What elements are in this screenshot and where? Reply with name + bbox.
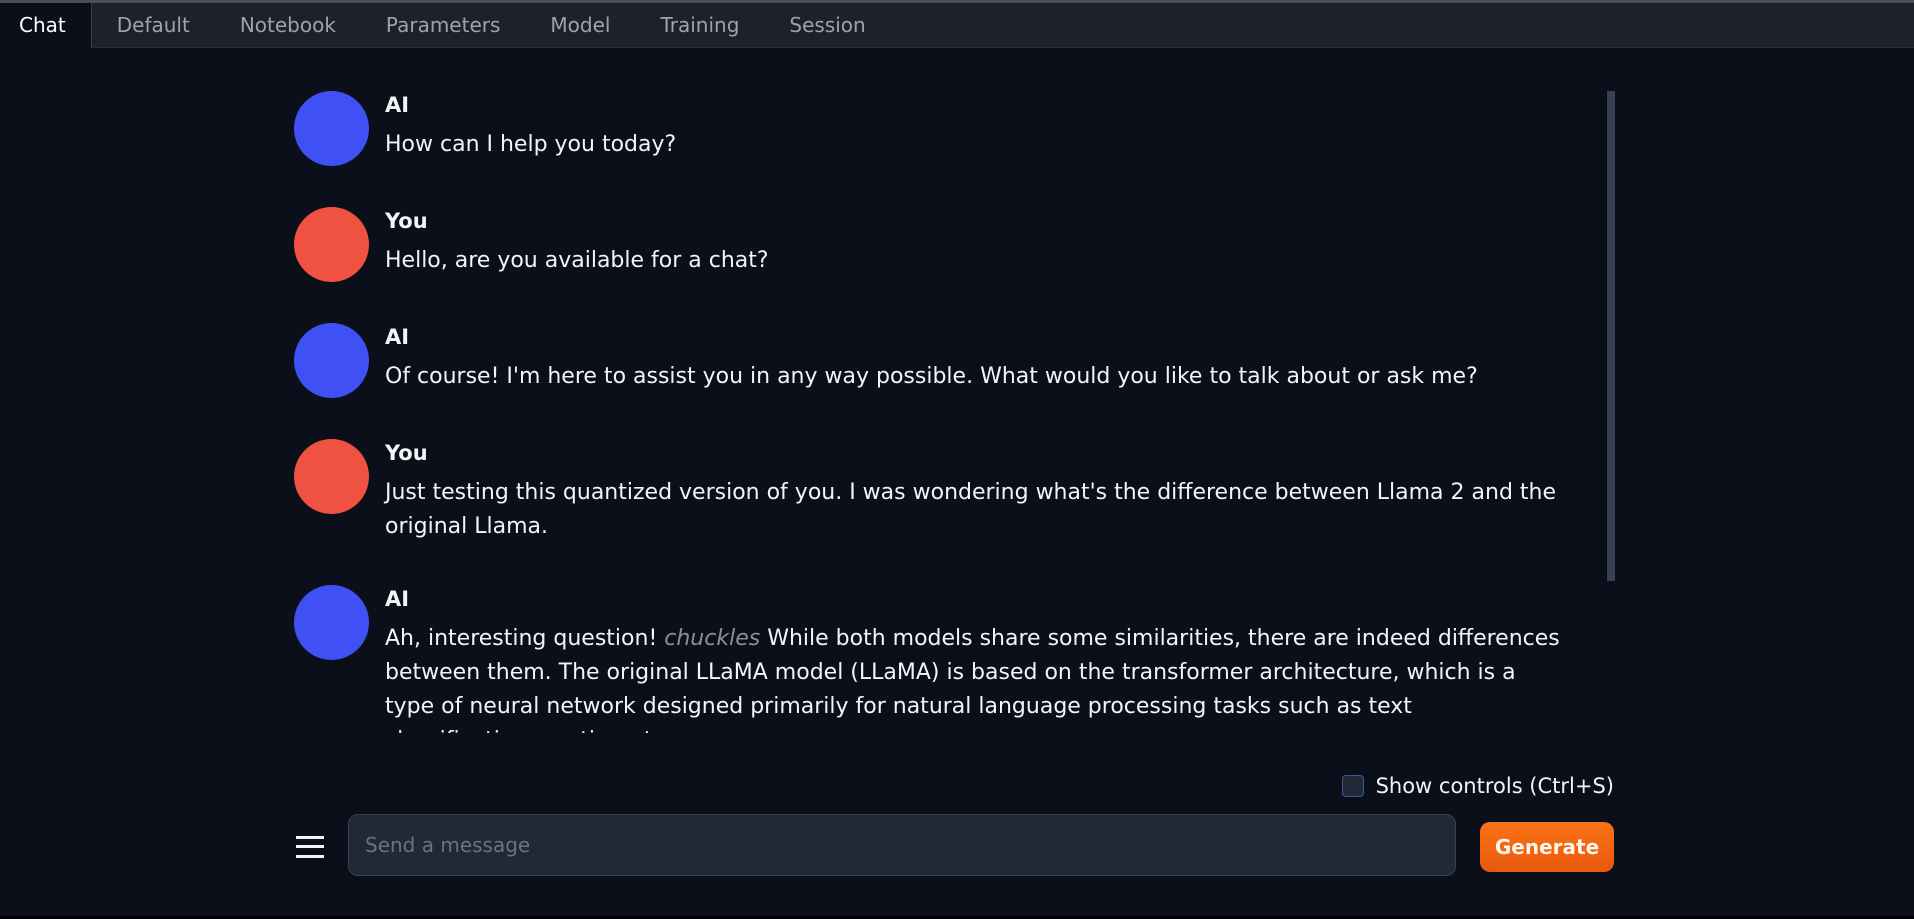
hamburger-menu-icon[interactable] (296, 834, 324, 860)
tab-default[interactable]: Default (92, 3, 215, 47)
tab-chat[interactable]: Chat (0, 3, 92, 48)
message-text: Of course! I'm here to assist you in any… (385, 364, 1478, 389)
message-emphasis: chuckles (664, 626, 761, 651)
message-sender: AI (385, 587, 410, 611)
ai-avatar (294, 585, 369, 660)
chat-message: AI How can I help you today? (290, 88, 1610, 166)
message-sender: AI (385, 325, 410, 349)
message-input[interactable] (348, 814, 1456, 876)
tab-training[interactable]: Training (635, 3, 764, 47)
show-controls-toggle[interactable]: Show controls (Ctrl+S) (1341, 774, 1614, 798)
tab-session[interactable]: Session (764, 3, 890, 47)
user-avatar (294, 207, 369, 282)
message-text: Ah, interesting question! chuckles While… (385, 622, 1565, 733)
chat-message: AI Of course! I'm here to assist you in … (290, 320, 1610, 398)
message-text: Hello, are you available for a chat? (385, 248, 769, 273)
chat-history: AI How can I help you today? You Hello, … (290, 88, 1610, 733)
message-text: Just testing this quantized version of y… (385, 480, 1557, 539)
message-sender: You (385, 209, 428, 233)
tab-bar: Chat Default Notebook Parameters Model T… (0, 3, 1914, 48)
tab-notebook[interactable]: Notebook (215, 3, 361, 47)
generate-button[interactable]: Generate (1480, 822, 1614, 872)
show-controls-checkbox[interactable] (1341, 775, 1364, 797)
ai-avatar (294, 323, 369, 398)
message-sender: You (385, 441, 428, 465)
show-controls-label: Show controls (Ctrl+S) (1375, 774, 1614, 798)
message-text-part: Ah, interesting question! (385, 626, 665, 651)
tab-parameters[interactable]: Parameters (361, 3, 525, 47)
chat-message: AI Ah, interesting question! chuckles Wh… (290, 582, 1610, 733)
chat-message: You Just testing this quantized version … (290, 436, 1610, 544)
ai-avatar (294, 91, 369, 166)
message-text: How can I help you today? (385, 132, 677, 157)
user-avatar (294, 439, 369, 514)
chat-scrollbar[interactable] (1606, 91, 1615, 581)
tab-model[interactable]: Model (525, 3, 635, 47)
chat-message: You Hello, are you available for a chat? (290, 204, 1610, 282)
message-sender: AI (385, 93, 410, 117)
